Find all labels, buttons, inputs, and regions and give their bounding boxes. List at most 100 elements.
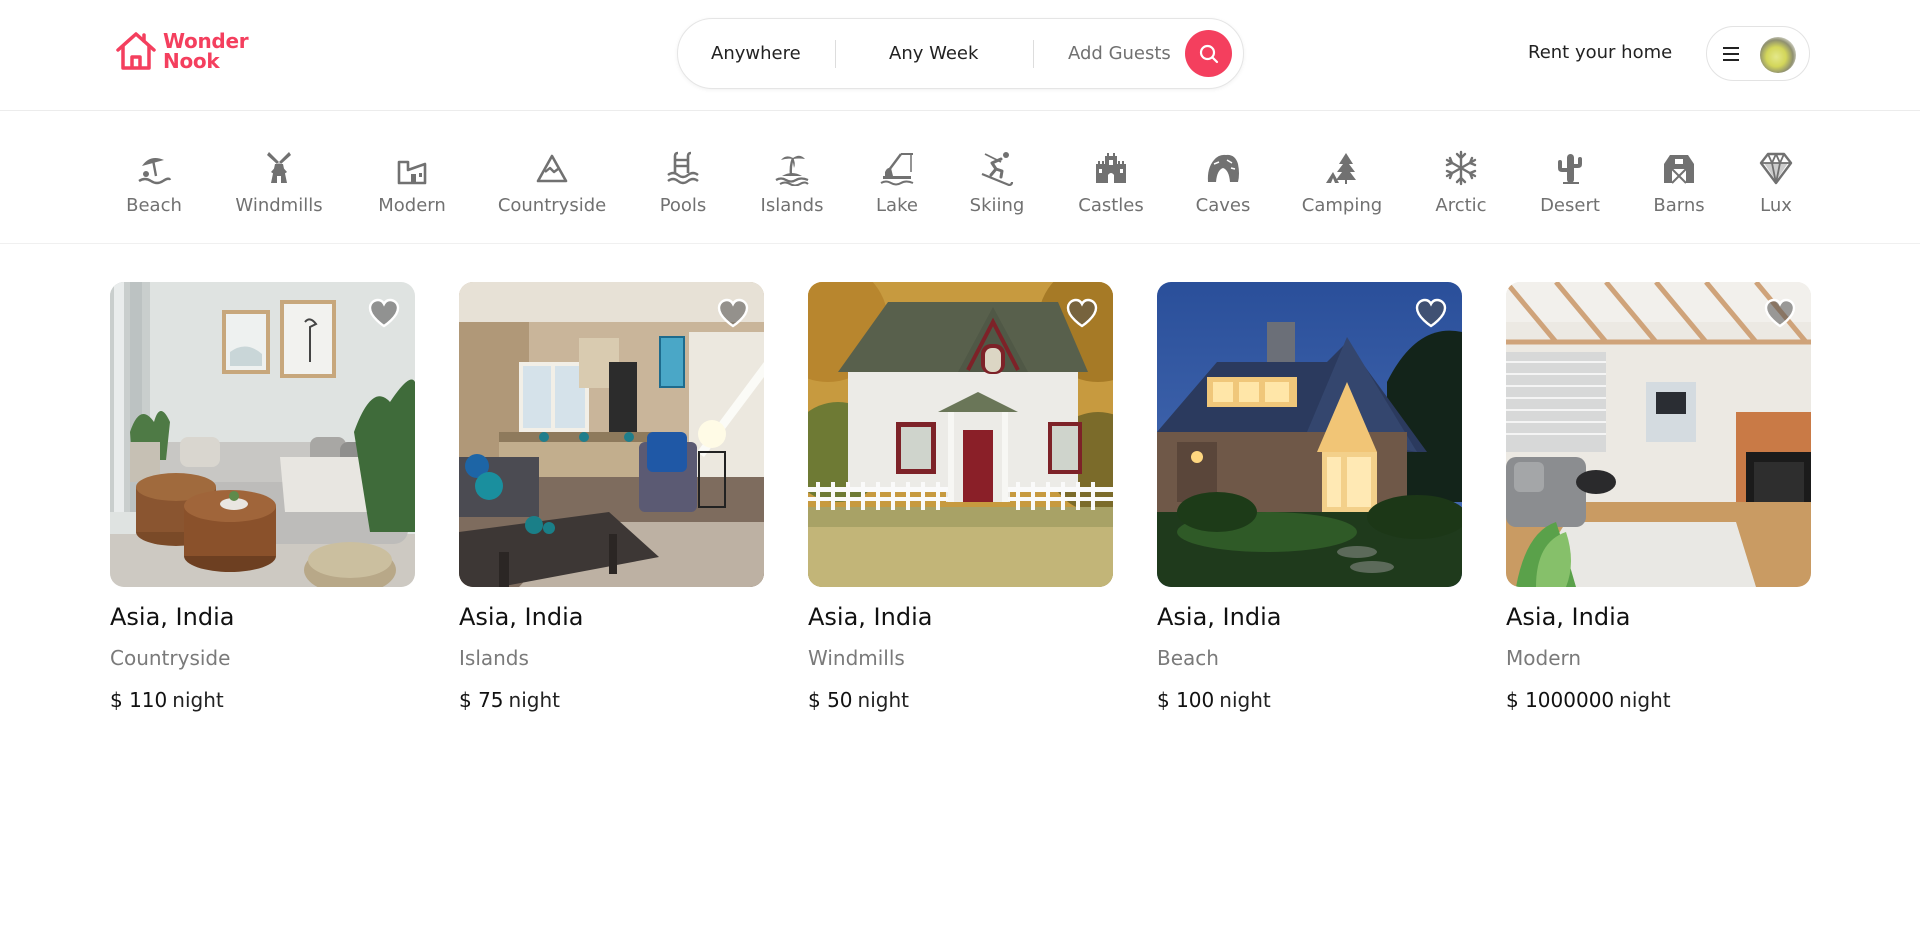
listing-photo[interactable] — [1506, 282, 1811, 587]
brand-name: Wonder Nook — [163, 29, 249, 73]
modern-icon — [397, 160, 427, 185]
avatar — [1760, 37, 1796, 73]
favorite-heart-icon[interactable] — [716, 297, 750, 329]
barn-icon — [1664, 155, 1694, 184]
listing-price-amount: $ 75 — [459, 688, 504, 712]
windmill-icon — [267, 152, 291, 183]
category-label: Caves — [1195, 195, 1251, 216]
favorite-heart-icon[interactable] — [1763, 297, 1797, 329]
lake-icon — [880, 153, 914, 186]
listing-price-unit: night — [1619, 688, 1671, 712]
category-lux[interactable]: Lux — [1756, 150, 1796, 226]
listing-card[interactable]: Asia, India Countryside $ 110 night — [110, 282, 415, 712]
rent-your-home-link[interactable]: Rent your home — [1528, 38, 1672, 68]
category-label: Barns — [1653, 195, 1705, 216]
category-modern[interactable]: Modern — [378, 150, 446, 226]
search-anywhere-button[interactable]: Anywhere — [711, 19, 801, 88]
listing-category: Beach — [1157, 646, 1219, 670]
category-label: Countryside — [497, 195, 607, 216]
listing-card[interactable]: Asia, India Modern $ 1000000 night — [1506, 282, 1811, 712]
category-label: Skiing — [969, 195, 1025, 216]
brand-name-line2: Nook — [163, 49, 220, 73]
listing-price-amount: $ 110 — [110, 688, 168, 712]
user-menu-button[interactable] — [1706, 26, 1810, 81]
listing-price: $ 75 night — [459, 688, 764, 712]
search-divider — [835, 40, 836, 68]
snowflake-icon — [1445, 150, 1477, 186]
category-beach[interactable]: Beach — [124, 150, 184, 226]
listing-price-amount: $ 1000000 — [1506, 688, 1615, 712]
category-skiing[interactable]: Skiing — [969, 150, 1025, 226]
beach-icon — [138, 158, 172, 185]
category-windmills[interactable]: Windmills — [234, 150, 324, 226]
listing-category: Windmills — [808, 646, 905, 670]
listing-location: Asia, India — [1157, 603, 1282, 631]
listing-card[interactable]: Asia, India Windmills $ 50 night — [808, 282, 1113, 712]
listing-location: Asia, India — [808, 603, 933, 631]
search-week-button[interactable]: Any Week — [889, 19, 978, 88]
brand-logo[interactable]: Wonder Nook — [114, 29, 249, 73]
category-caves[interactable]: Caves — [1195, 150, 1251, 226]
mountain-icon — [536, 154, 568, 183]
cave-icon — [1207, 154, 1239, 182]
favorite-heart-icon[interactable] — [1414, 297, 1448, 329]
search-bar[interactable]: Anywhere Any Week Add Guests — [677, 18, 1244, 89]
listing-category: Modern — [1506, 646, 1582, 670]
menu-icon — [1723, 47, 1739, 61]
listing-location: Asia, India — [110, 603, 235, 631]
listing-price: $ 100 night — [1157, 688, 1462, 712]
listing-price-amount: $ 100 — [1157, 688, 1215, 712]
search-guests-button[interactable]: Add Guests — [1068, 19, 1171, 88]
listing-photo[interactable] — [1157, 282, 1462, 587]
listing-price-unit: night — [172, 688, 224, 712]
category-label: Islands — [760, 195, 824, 216]
category-label: Arctic — [1435, 195, 1487, 216]
category-barns[interactable]: Barns — [1651, 150, 1707, 226]
brand-name-line1: Wonder — [163, 29, 249, 53]
island-icon — [775, 155, 809, 186]
search-divider — [1033, 40, 1034, 68]
listing-price: $ 110 night — [110, 688, 415, 712]
favorite-heart-icon[interactable] — [1065, 297, 1099, 329]
listing-location: Asia, India — [1506, 603, 1631, 631]
search-icon — [1199, 44, 1218, 63]
skiing-icon — [981, 152, 1014, 186]
category-desert[interactable]: Desert — [1539, 150, 1601, 226]
category-islands[interactable]: Islands — [760, 150, 824, 226]
listing-category: Islands — [459, 646, 529, 670]
listing-price: $ 50 night — [808, 688, 1113, 712]
category-pools[interactable]: Pools — [657, 150, 709, 226]
category-bar: Beach Windmills Modern Countryside Pools… — [0, 112, 1920, 244]
listing-price-amount: $ 50 — [808, 688, 853, 712]
cactus-icon — [1558, 154, 1582, 184]
diamond-icon — [1759, 152, 1793, 185]
category-label: Windmills — [235, 195, 323, 216]
pool-icon — [667, 151, 699, 185]
category-castles[interactable]: Castles — [1077, 150, 1145, 226]
castle-icon — [1096, 153, 1126, 183]
listing-photo[interactable] — [808, 282, 1113, 587]
camping-icon — [1326, 153, 1356, 184]
category-arctic[interactable]: Arctic — [1433, 150, 1489, 226]
category-countryside[interactable]: Countryside — [498, 150, 606, 226]
listing-price-unit: night — [857, 688, 909, 712]
category-camping[interactable]: Camping — [1301, 150, 1383, 226]
listing-category: Countryside — [110, 646, 231, 670]
listing-price-unit: night — [1219, 688, 1271, 712]
category-label: Camping — [1301, 195, 1383, 216]
listing-card[interactable]: Asia, India Islands $ 75 night — [459, 282, 764, 712]
listing-photo[interactable] — [459, 282, 764, 587]
listing-price-unit: night — [508, 688, 560, 712]
listing-card[interactable]: Asia, India Beach $ 100 night — [1157, 282, 1462, 712]
listing-photo[interactable] — [110, 282, 415, 587]
category-label: Castles — [1078, 195, 1144, 216]
category-lake[interactable]: Lake — [875, 150, 919, 226]
category-label: Modern — [378, 195, 446, 216]
category-label: Beach — [126, 195, 182, 216]
category-label: Lux — [1760, 195, 1792, 216]
category-label: Pools — [659, 195, 707, 216]
category-label: Lake — [876, 195, 918, 216]
favorite-heart-icon[interactable] — [367, 297, 401, 329]
search-submit-button[interactable] — [1185, 30, 1232, 77]
listing-price: $ 1000000 night — [1506, 688, 1811, 712]
